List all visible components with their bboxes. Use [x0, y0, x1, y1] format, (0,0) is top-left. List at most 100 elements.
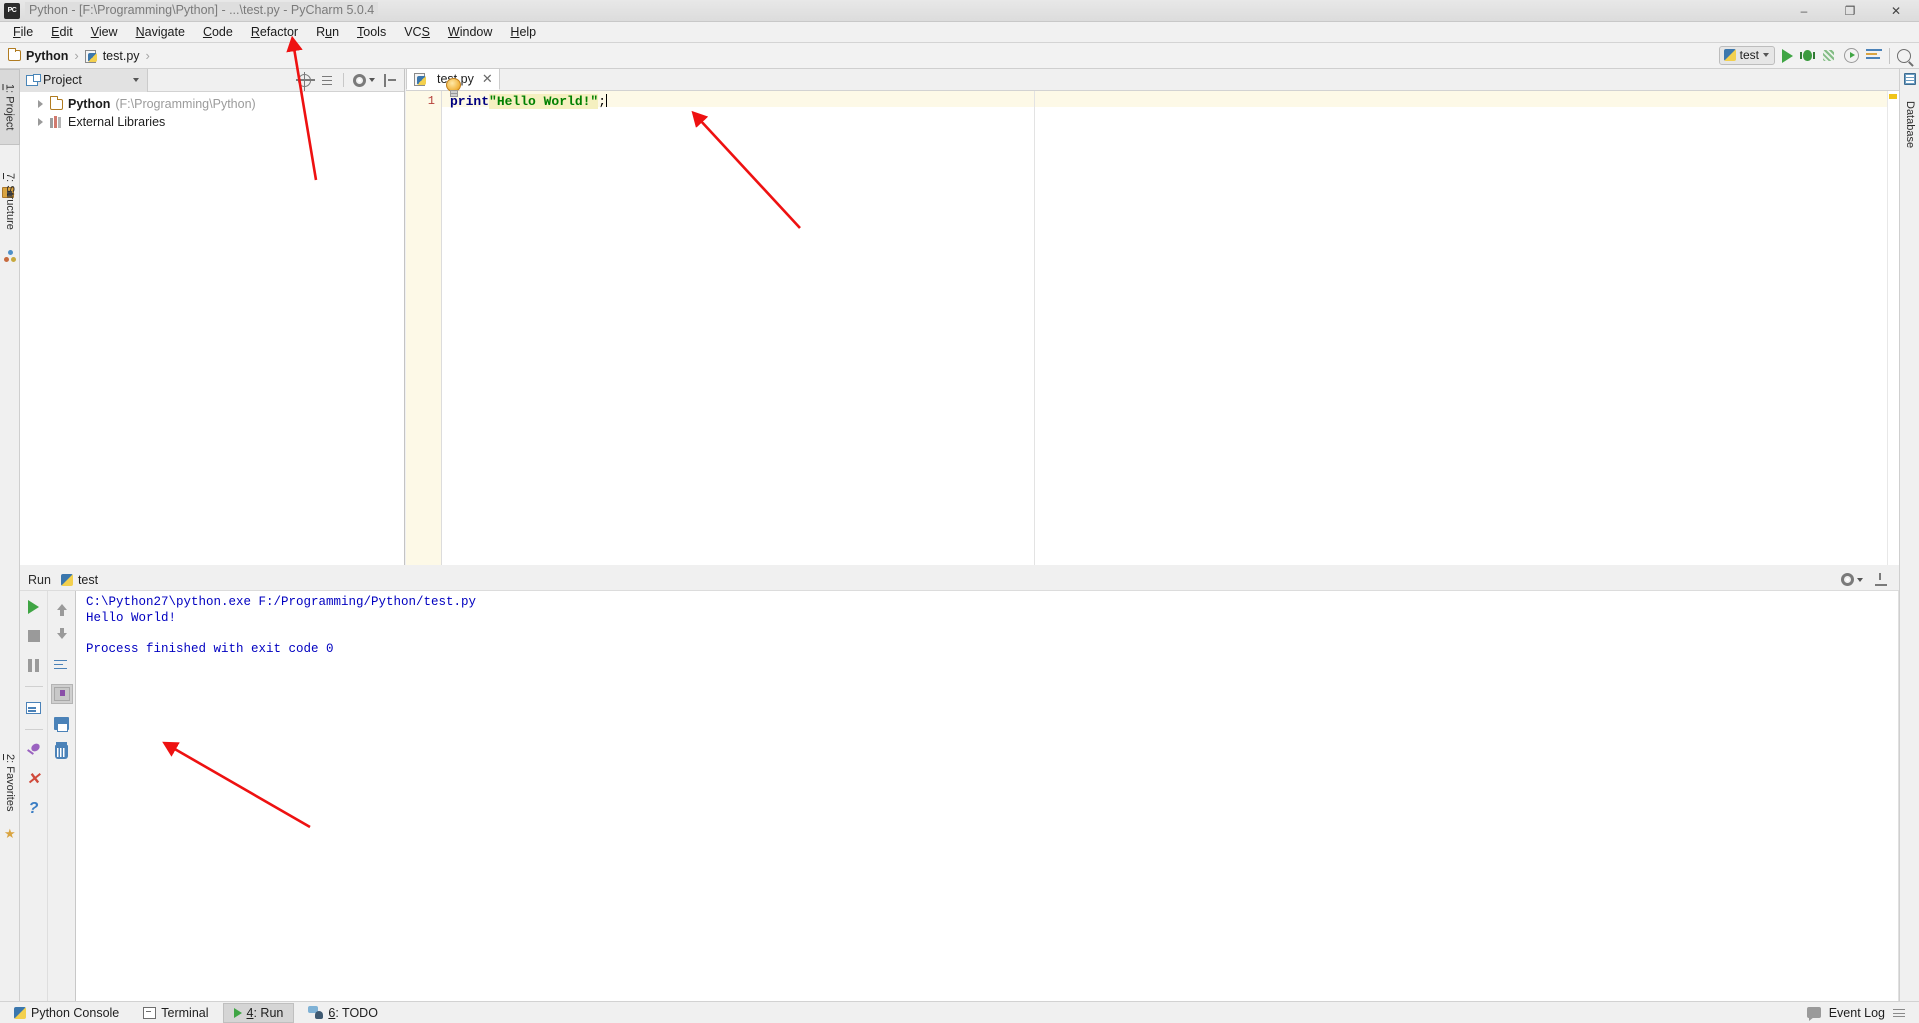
search-everywhere-icon[interactable] — [1897, 48, 1911, 63]
run-toolbar-primary: ✕ ? — [20, 591, 48, 1001]
run-icon[interactable] — [1782, 48, 1793, 63]
print-icon[interactable] — [51, 713, 73, 733]
run-config-name: test — [1739, 48, 1759, 62]
status-bar: Python Console Terminal 4: Run 6: TODO E… — [0, 1001, 1919, 1023]
sidebar-item-database[interactable]: Database — [1900, 89, 1919, 161]
line-number-gutter: 1 — [406, 91, 442, 565]
database-icon — [1904, 73, 1916, 85]
settings-menu[interactable] — [353, 73, 375, 87]
breadcrumb-file[interactable]: test.py — [103, 49, 140, 63]
python-config-icon — [1723, 49, 1736, 61]
rerun-icon[interactable] — [23, 597, 45, 617]
scroll-to-end-icon[interactable] — [50, 684, 73, 704]
console-line: Hello World! — [86, 610, 177, 625]
run-tool-window: Run test ✕ ? C:\Python27\python.exe F:/P… — [20, 569, 1899, 1001]
chevron-right-icon[interactable] — [38, 118, 43, 126]
menu-file[interactable]: File — [4, 23, 42, 41]
sidebar-item-structure[interactable]: 7: Structure — [0, 155, 20, 247]
run-settings-menu[interactable] — [1841, 573, 1863, 586]
menu-vcs[interactable]: VCS — [395, 23, 439, 41]
menu-tools[interactable]: Tools — [348, 23, 395, 41]
status-item-todo[interactable]: 6: TODO — [298, 1003, 388, 1023]
chevron-right-icon[interactable] — [38, 100, 43, 108]
status-item-run[interactable]: 4: Run — [222, 1002, 295, 1023]
project-icon — [26, 73, 41, 86]
sidebar-item-favorites-label: 2: Favorites — [4, 754, 16, 812]
run-panel-header: Run test — [20, 569, 1899, 591]
editor-tab-bar: test.py ✕ — [406, 68, 1899, 97]
tree-node-label: External Libraries — [68, 115, 166, 129]
marker-stripe[interactable] — [1887, 91, 1899, 565]
run-panel-tab[interactable]: test — [60, 573, 98, 587]
menu-view[interactable]: View — [82, 23, 127, 41]
minimize-button[interactable]: – — [1781, 0, 1827, 22]
project-tab[interactable]: Project — [20, 68, 148, 92]
up-icon[interactable] — [51, 597, 73, 617]
code-line-1[interactable]: print"Hello World!"; — [442, 91, 1899, 110]
run-icon — [233, 1007, 242, 1018]
pause-icon[interactable] — [23, 655, 45, 675]
library-icon — [50, 116, 63, 128]
run-panel-body: ✕ ? C:\Python27\python.exe F:/Programmin… — [20, 591, 1899, 1001]
toolbar-right: test — [1718, 46, 1919, 65]
console-line: Process finished with exit code 0 — [86, 641, 334, 656]
project-tab-label: Project — [43, 73, 82, 87]
project-panel-toolbar — [296, 71, 404, 91]
status-item-terminal[interactable]: Terminal — [133, 1003, 218, 1023]
close-button[interactable]: ✕ — [1873, 0, 1919, 22]
status-item-python-console[interactable]: Python Console — [4, 1003, 129, 1023]
sidebar-item-favorites[interactable]: 2: Favorites — [0, 739, 20, 827]
chevron-down-icon — [369, 78, 375, 82]
event-log-label[interactable]: Event Log — [1829, 1006, 1885, 1020]
breadcrumb-separator-end: › — [145, 48, 150, 63]
menu-refactor[interactable]: Refactor — [242, 23, 307, 41]
gear-icon — [1841, 573, 1854, 586]
profile-icon[interactable] — [1844, 48, 1859, 63]
breadcrumb-project[interactable]: Python — [26, 49, 68, 63]
code-content[interactable]: print"Hello World!"; — [442, 91, 1899, 565]
menu-window[interactable]: Window — [439, 23, 501, 41]
code-editor[interactable]: 1 print"Hello World!"; — [406, 91, 1899, 565]
run-configuration-selector[interactable]: test — [1718, 46, 1775, 65]
help-icon[interactable]: ? — [23, 799, 45, 819]
project-tree: Python (F:\Programming\Python) External … — [20, 92, 404, 131]
collapse-all-icon[interactable] — [320, 74, 334, 87]
hide-icon[interactable] — [384, 73, 397, 87]
target-icon[interactable] — [296, 71, 315, 91]
hide-icon[interactable] — [1875, 573, 1889, 586]
warning-marker[interactable] — [1889, 94, 1897, 99]
soft-wrap-icon[interactable] — [51, 655, 73, 675]
close-icon[interactable]: ✕ — [482, 71, 493, 87]
close-icon[interactable]: ✕ — [23, 770, 45, 790]
tree-node-python[interactable]: Python (F:\Programming\Python) — [20, 95, 404, 113]
sidebar-item-project[interactable]: 1: Project — [0, 69, 20, 145]
menu-edit[interactable]: Edit — [42, 23, 82, 41]
console-icon[interactable] — [23, 698, 45, 718]
menu-help[interactable]: Help — [501, 23, 545, 41]
gear-icon — [353, 73, 366, 87]
breadcrumb-separator: › — [74, 48, 79, 63]
menu-code[interactable]: Code — [194, 23, 242, 41]
chevron-down-icon[interactable] — [133, 78, 139, 82]
status-toggle-icon[interactable] — [1893, 1007, 1907, 1019]
maximize-button[interactable]: ❐ — [1827, 0, 1873, 22]
clear-all-icon[interactable] — [51, 742, 73, 762]
debug-icon[interactable] — [1800, 49, 1815, 63]
down-icon[interactable] — [51, 626, 73, 646]
coverage-icon[interactable] — [1822, 49, 1837, 63]
pin-icon[interactable] — [23, 741, 45, 761]
toolbar-divider — [24, 729, 43, 730]
chevron-down-icon — [1857, 577, 1863, 582]
status-item-label: Terminal — [161, 1005, 209, 1020]
menu-run[interactable]: Run — [307, 23, 348, 41]
tree-node-external-libraries[interactable]: External Libraries — [20, 113, 404, 131]
console-output[interactable]: C:\Python27\python.exe F:/Programming/Py… — [76, 591, 1899, 1001]
stop-icon[interactable] — [23, 626, 45, 646]
structure-icon — [4, 250, 16, 262]
menu-navigate[interactable]: Navigate — [127, 23, 194, 41]
lightbulb-icon[interactable] — [445, 78, 462, 98]
console-scrollbar[interactable] — [1886, 591, 1898, 1001]
attach-icon[interactable] — [1866, 49, 1882, 62]
toolbar-divider — [343, 73, 344, 87]
